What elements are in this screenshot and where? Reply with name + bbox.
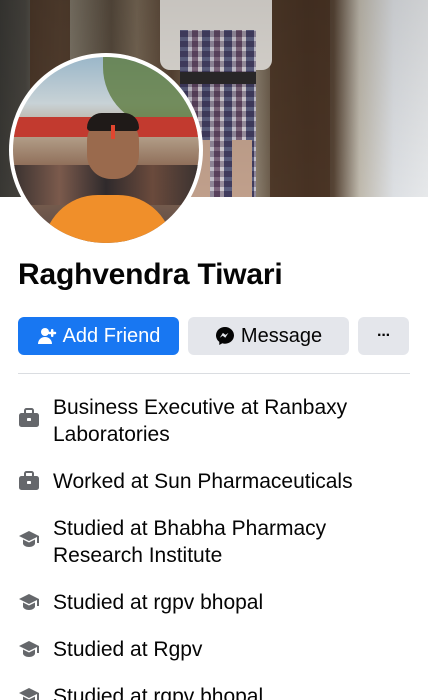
- message-button[interactable]: Message: [188, 317, 349, 355]
- section-divider: [18, 373, 410, 374]
- intro-item-text: Worked at Sun Pharmaceuticals: [53, 470, 353, 493]
- profile-name: Raghvendra Tiwari: [18, 258, 283, 291]
- intro-item-education: Studied at Bhabha Pharmacy Research Inst…: [18, 515, 418, 569]
- intro-item-work: Worked at Sun Pharmaceuticals: [18, 468, 418, 495]
- add-friend-icon: [37, 327, 57, 345]
- intro-item-education: Studied at rgpv bhopal: [18, 683, 418, 700]
- briefcase-icon: [18, 407, 40, 429]
- intro-item-text: Business Executive at Ranbaxy Laboratori…: [53, 396, 348, 446]
- graduation-cap-icon: [18, 685, 40, 700]
- graduation-cap-icon: [18, 591, 40, 613]
- intro-item-text: Studied at rgpv bhopal: [53, 591, 264, 614]
- profile-actions: Add Friend Message ···: [18, 317, 409, 355]
- intro-item-education: Studied at Rgpv: [18, 636, 418, 663]
- add-friend-button[interactable]: Add Friend: [18, 317, 179, 355]
- intro-item-education: Studied at rgpv bhopal: [18, 589, 418, 616]
- profile-picture[interactable]: [13, 57, 199, 243]
- more-options-icon: ···: [377, 327, 391, 344]
- avatar-person-tilak: [111, 125, 115, 139]
- intro-item-work: Business Executive at Ranbaxy Laboratori…: [18, 394, 418, 448]
- graduation-cap-icon: [18, 638, 40, 660]
- messenger-icon: [215, 326, 235, 346]
- graduation-cap-icon: [18, 528, 40, 550]
- intro-list: Business Executive at Ranbaxy Laboratori…: [18, 394, 418, 700]
- profile-picture-frame[interactable]: [9, 53, 203, 247]
- briefcase-icon: [18, 470, 40, 492]
- intro-item-text: Studied at Bhabha Pharmacy Research Inst…: [53, 517, 327, 567]
- intro-item-text: Studied at rgpv bhopal: [53, 685, 264, 700]
- more-options-button[interactable]: ···: [358, 317, 409, 355]
- intro-item-text: Studied at Rgpv: [53, 638, 203, 661]
- add-friend-label: Add Friend: [62, 324, 161, 347]
- message-label: Message: [240, 324, 323, 347]
